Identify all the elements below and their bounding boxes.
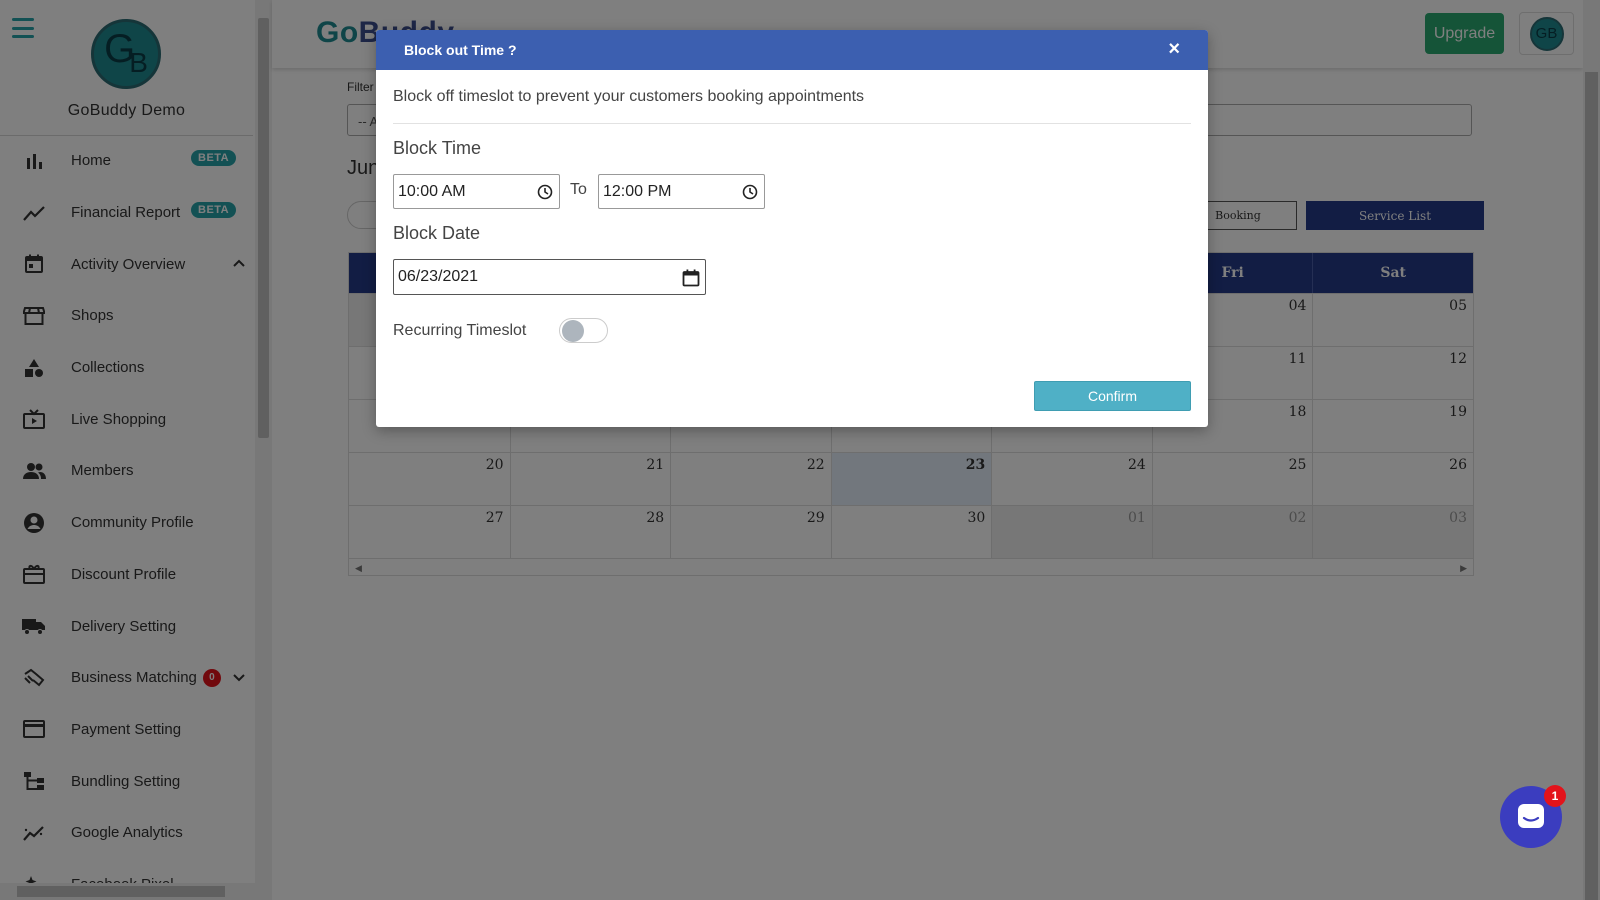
block-date-value: 06/23/2021 — [398, 268, 479, 285]
clock-icon[interactable] — [742, 184, 758, 200]
dialog-description: Block off timeslot to prevent your custo… — [393, 88, 865, 105]
block-time-title: Block Time — [393, 138, 482, 158]
clock-icon[interactable] — [537, 184, 553, 200]
end-time-value: 12:00 PM — [603, 182, 672, 200]
recurring-timeslot-label: Recurring Timeslot — [393, 322, 527, 339]
close-icon[interactable]: × — [1168, 39, 1180, 59]
end-time-input[interactable]: 12:00 PM — [598, 174, 765, 209]
block-date-title: Block Date — [393, 223, 481, 243]
to-label: To — [570, 181, 587, 198]
dialog-title: Block out Time ? — [404, 42, 517, 58]
start-time-value: 10:00 AM — [398, 182, 466, 200]
toggle-knob — [562, 320, 584, 342]
chat-unread-badge: 1 — [1544, 785, 1566, 807]
dialog-header: Block out Time ? × — [376, 30, 1208, 70]
confirm-button[interactable]: Confirm — [1034, 381, 1191, 411]
start-time-input[interactable]: 10:00 AM — [393, 174, 560, 209]
calendar-icon[interactable] — [682, 269, 700, 287]
block-date-input[interactable]: 06/23/2021 — [393, 259, 706, 295]
chat-icon — [1518, 804, 1544, 828]
recurring-timeslot-toggle[interactable] — [559, 318, 608, 343]
block-out-time-dialog: Block out Time ? × Block off timeslot to… — [376, 30, 1208, 427]
dialog-divider — [393, 123, 1191, 124]
